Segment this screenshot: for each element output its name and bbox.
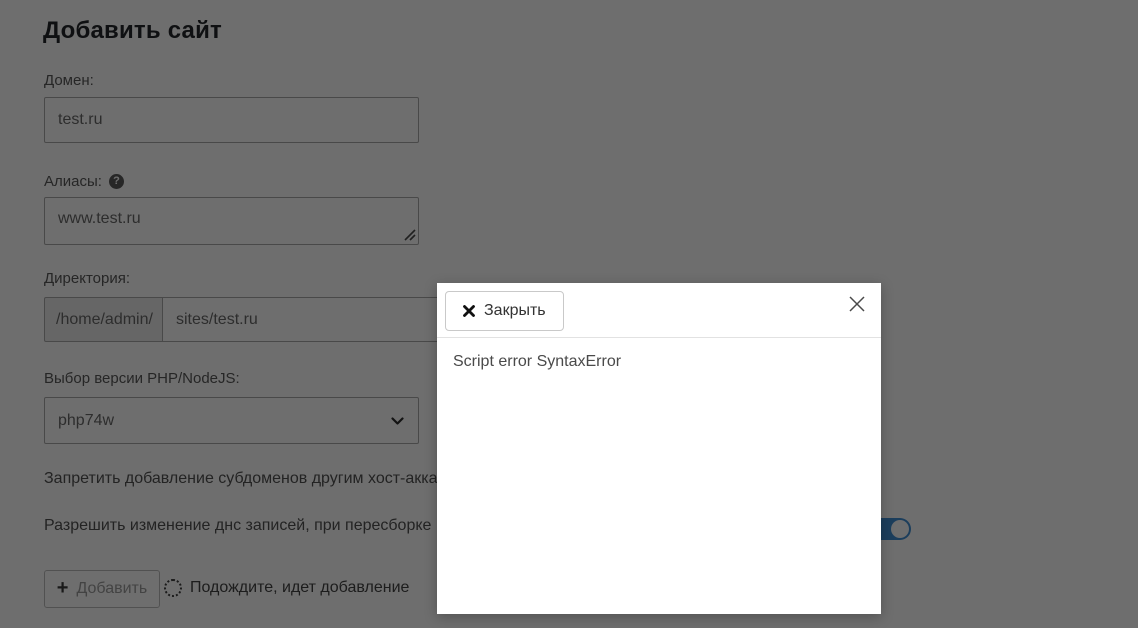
modal-close-button[interactable]: Закрыть xyxy=(445,291,564,331)
x-bold-icon xyxy=(463,305,475,317)
close-icon[interactable] xyxy=(849,296,865,312)
modal-header: Закрыть xyxy=(437,283,881,338)
modal-close-button-label: Закрыть xyxy=(484,302,546,319)
modal-error-text: Script error SyntaxError xyxy=(453,353,622,370)
error-modal: Закрыть Script error SyntaxError xyxy=(437,283,881,614)
